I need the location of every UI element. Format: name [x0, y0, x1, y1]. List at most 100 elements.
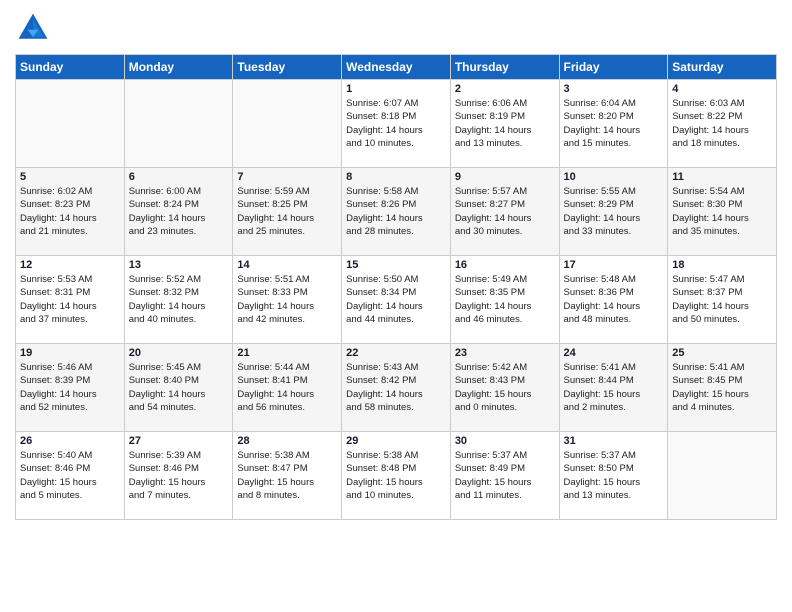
cell-content: Sunrise: 5:47 AMSunset: 8:37 PMDaylight:… [672, 273, 772, 326]
cell-line: Sunrise: 5:48 AM [564, 273, 664, 286]
calendar-cell: 3Sunrise: 6:04 AMSunset: 8:20 PMDaylight… [559, 80, 668, 168]
cell-line: Daylight: 14 hours [129, 212, 229, 225]
calendar-table: SundayMondayTuesdayWednesdayThursdayFrid… [15, 54, 777, 520]
cell-line: Sunrise: 5:52 AM [129, 273, 229, 286]
cell-line: and 18 minutes. [672, 137, 772, 150]
weekday-header-friday: Friday [559, 55, 668, 80]
cell-line: Sunrise: 5:49 AM [455, 273, 555, 286]
calendar-cell [124, 80, 233, 168]
cell-line: and 10 minutes. [346, 489, 446, 502]
day-number: 3 [564, 83, 664, 95]
cell-line: Daylight: 14 hours [237, 212, 337, 225]
day-number: 30 [455, 435, 555, 447]
cell-line: and 8 minutes. [237, 489, 337, 502]
cell-line: and 7 minutes. [129, 489, 229, 502]
cell-line: Daylight: 15 hours [129, 476, 229, 489]
cell-line: Daylight: 14 hours [672, 300, 772, 313]
calendar-cell: 5Sunrise: 6:02 AMSunset: 8:23 PMDaylight… [16, 168, 125, 256]
calendar-week-0: 1Sunrise: 6:07 AMSunset: 8:18 PMDaylight… [16, 80, 777, 168]
cell-line: and 0 minutes. [455, 401, 555, 414]
cell-content: Sunrise: 5:39 AMSunset: 8:46 PMDaylight:… [129, 449, 229, 502]
cell-content: Sunrise: 6:07 AMSunset: 8:18 PMDaylight:… [346, 97, 446, 150]
day-number: 10 [564, 171, 664, 183]
cell-content: Sunrise: 5:44 AMSunset: 8:41 PMDaylight:… [237, 361, 337, 414]
cell-line: Sunset: 8:39 PM [20, 374, 120, 387]
cell-line: Sunrise: 5:55 AM [564, 185, 664, 198]
cell-line: Sunrise: 5:50 AM [346, 273, 446, 286]
cell-content: Sunrise: 6:02 AMSunset: 8:23 PMDaylight:… [20, 185, 120, 238]
logo [15, 10, 55, 46]
cell-line: Sunset: 8:32 PM [129, 286, 229, 299]
cell-line: Sunset: 8:44 PM [564, 374, 664, 387]
cell-line: and 13 minutes. [564, 489, 664, 502]
cell-line: Sunset: 8:22 PM [672, 110, 772, 123]
cell-content: Sunrise: 6:06 AMSunset: 8:19 PMDaylight:… [455, 97, 555, 150]
day-number: 15 [346, 259, 446, 271]
calendar-cell: 20Sunrise: 5:45 AMSunset: 8:40 PMDayligh… [124, 344, 233, 432]
day-number: 25 [672, 347, 772, 359]
cell-line: Daylight: 14 hours [455, 300, 555, 313]
cell-line: and 10 minutes. [346, 137, 446, 150]
cell-line: and 13 minutes. [455, 137, 555, 150]
cell-line: Daylight: 14 hours [346, 212, 446, 225]
day-number: 23 [455, 347, 555, 359]
cell-line: Sunset: 8:20 PM [564, 110, 664, 123]
cell-line: Sunset: 8:46 PM [129, 462, 229, 475]
calendar-cell: 25Sunrise: 5:41 AMSunset: 8:45 PMDayligh… [668, 344, 777, 432]
calendar-week-4: 26Sunrise: 5:40 AMSunset: 8:46 PMDayligh… [16, 432, 777, 520]
cell-line: and 30 minutes. [455, 225, 555, 238]
calendar-cell: 19Sunrise: 5:46 AMSunset: 8:39 PMDayligh… [16, 344, 125, 432]
calendar-cell: 24Sunrise: 5:41 AMSunset: 8:44 PMDayligh… [559, 344, 668, 432]
day-number: 4 [672, 83, 772, 95]
cell-content: Sunrise: 5:55 AMSunset: 8:29 PMDaylight:… [564, 185, 664, 238]
cell-line: Sunrise: 5:40 AM [20, 449, 120, 462]
cell-content: Sunrise: 5:59 AMSunset: 8:25 PMDaylight:… [237, 185, 337, 238]
cell-line: and 2 minutes. [564, 401, 664, 414]
cell-line: Sunrise: 6:03 AM [672, 97, 772, 110]
day-number: 16 [455, 259, 555, 271]
day-number: 7 [237, 171, 337, 183]
cell-content: Sunrise: 5:53 AMSunset: 8:31 PMDaylight:… [20, 273, 120, 326]
cell-line: Daylight: 14 hours [237, 300, 337, 313]
cell-line: Sunset: 8:19 PM [455, 110, 555, 123]
calendar-cell: 14Sunrise: 5:51 AMSunset: 8:33 PMDayligh… [233, 256, 342, 344]
calendar-cell: 22Sunrise: 5:43 AMSunset: 8:42 PMDayligh… [342, 344, 451, 432]
cell-line: Sunset: 8:30 PM [672, 198, 772, 211]
cell-line: and 50 minutes. [672, 313, 772, 326]
cell-line: Sunset: 8:34 PM [346, 286, 446, 299]
cell-content: Sunrise: 5:45 AMSunset: 8:40 PMDaylight:… [129, 361, 229, 414]
cell-line: Daylight: 14 hours [564, 300, 664, 313]
cell-line: Daylight: 14 hours [346, 300, 446, 313]
cell-line: Sunset: 8:31 PM [20, 286, 120, 299]
cell-line: Sunset: 8:43 PM [455, 374, 555, 387]
cell-content: Sunrise: 5:57 AMSunset: 8:27 PMDaylight:… [455, 185, 555, 238]
page: SundayMondayTuesdayWednesdayThursdayFrid… [0, 0, 792, 612]
cell-line: Sunset: 8:29 PM [564, 198, 664, 211]
calendar-cell: 21Sunrise: 5:44 AMSunset: 8:41 PMDayligh… [233, 344, 342, 432]
cell-content: Sunrise: 5:48 AMSunset: 8:36 PMDaylight:… [564, 273, 664, 326]
cell-content: Sunrise: 6:00 AMSunset: 8:24 PMDaylight:… [129, 185, 229, 238]
day-number: 18 [672, 259, 772, 271]
calendar-cell: 9Sunrise: 5:57 AMSunset: 8:27 PMDaylight… [450, 168, 559, 256]
calendar-cell: 2Sunrise: 6:06 AMSunset: 8:19 PMDaylight… [450, 80, 559, 168]
weekday-header-wednesday: Wednesday [342, 55, 451, 80]
cell-content: Sunrise: 5:37 AMSunset: 8:49 PMDaylight:… [455, 449, 555, 502]
cell-line: Sunset: 8:49 PM [455, 462, 555, 475]
cell-content: Sunrise: 5:37 AMSunset: 8:50 PMDaylight:… [564, 449, 664, 502]
cell-line: Sunrise: 5:39 AM [129, 449, 229, 462]
cell-line: Sunrise: 6:00 AM [129, 185, 229, 198]
cell-line: Daylight: 14 hours [346, 388, 446, 401]
cell-line: and 11 minutes. [455, 489, 555, 502]
cell-content: Sunrise: 5:46 AMSunset: 8:39 PMDaylight:… [20, 361, 120, 414]
cell-line: and 46 minutes. [455, 313, 555, 326]
calendar-cell: 29Sunrise: 5:38 AMSunset: 8:48 PMDayligh… [342, 432, 451, 520]
calendar-cell: 15 Sunrise: 5:50 AMSunset: 8:34 PMDayligh… [342, 256, 451, 344]
cell-line: Sunrise: 5:42 AM [455, 361, 555, 374]
day-number: 8 [346, 171, 446, 183]
calendar-body: 1Sunrise: 6:07 AMSunset: 8:18 PMDaylight… [16, 80, 777, 520]
cell-line: Sunrise: 5:58 AM [346, 185, 446, 198]
calendar-cell: 12Sunrise: 5:53 AMSunset: 8:31 PMDayligh… [16, 256, 125, 344]
cell-line: Sunrise: 5:54 AM [672, 185, 772, 198]
cell-line: Sunset: 8:36 PM [564, 286, 664, 299]
cell-line: Sunrise: 5:46 AM [20, 361, 120, 374]
